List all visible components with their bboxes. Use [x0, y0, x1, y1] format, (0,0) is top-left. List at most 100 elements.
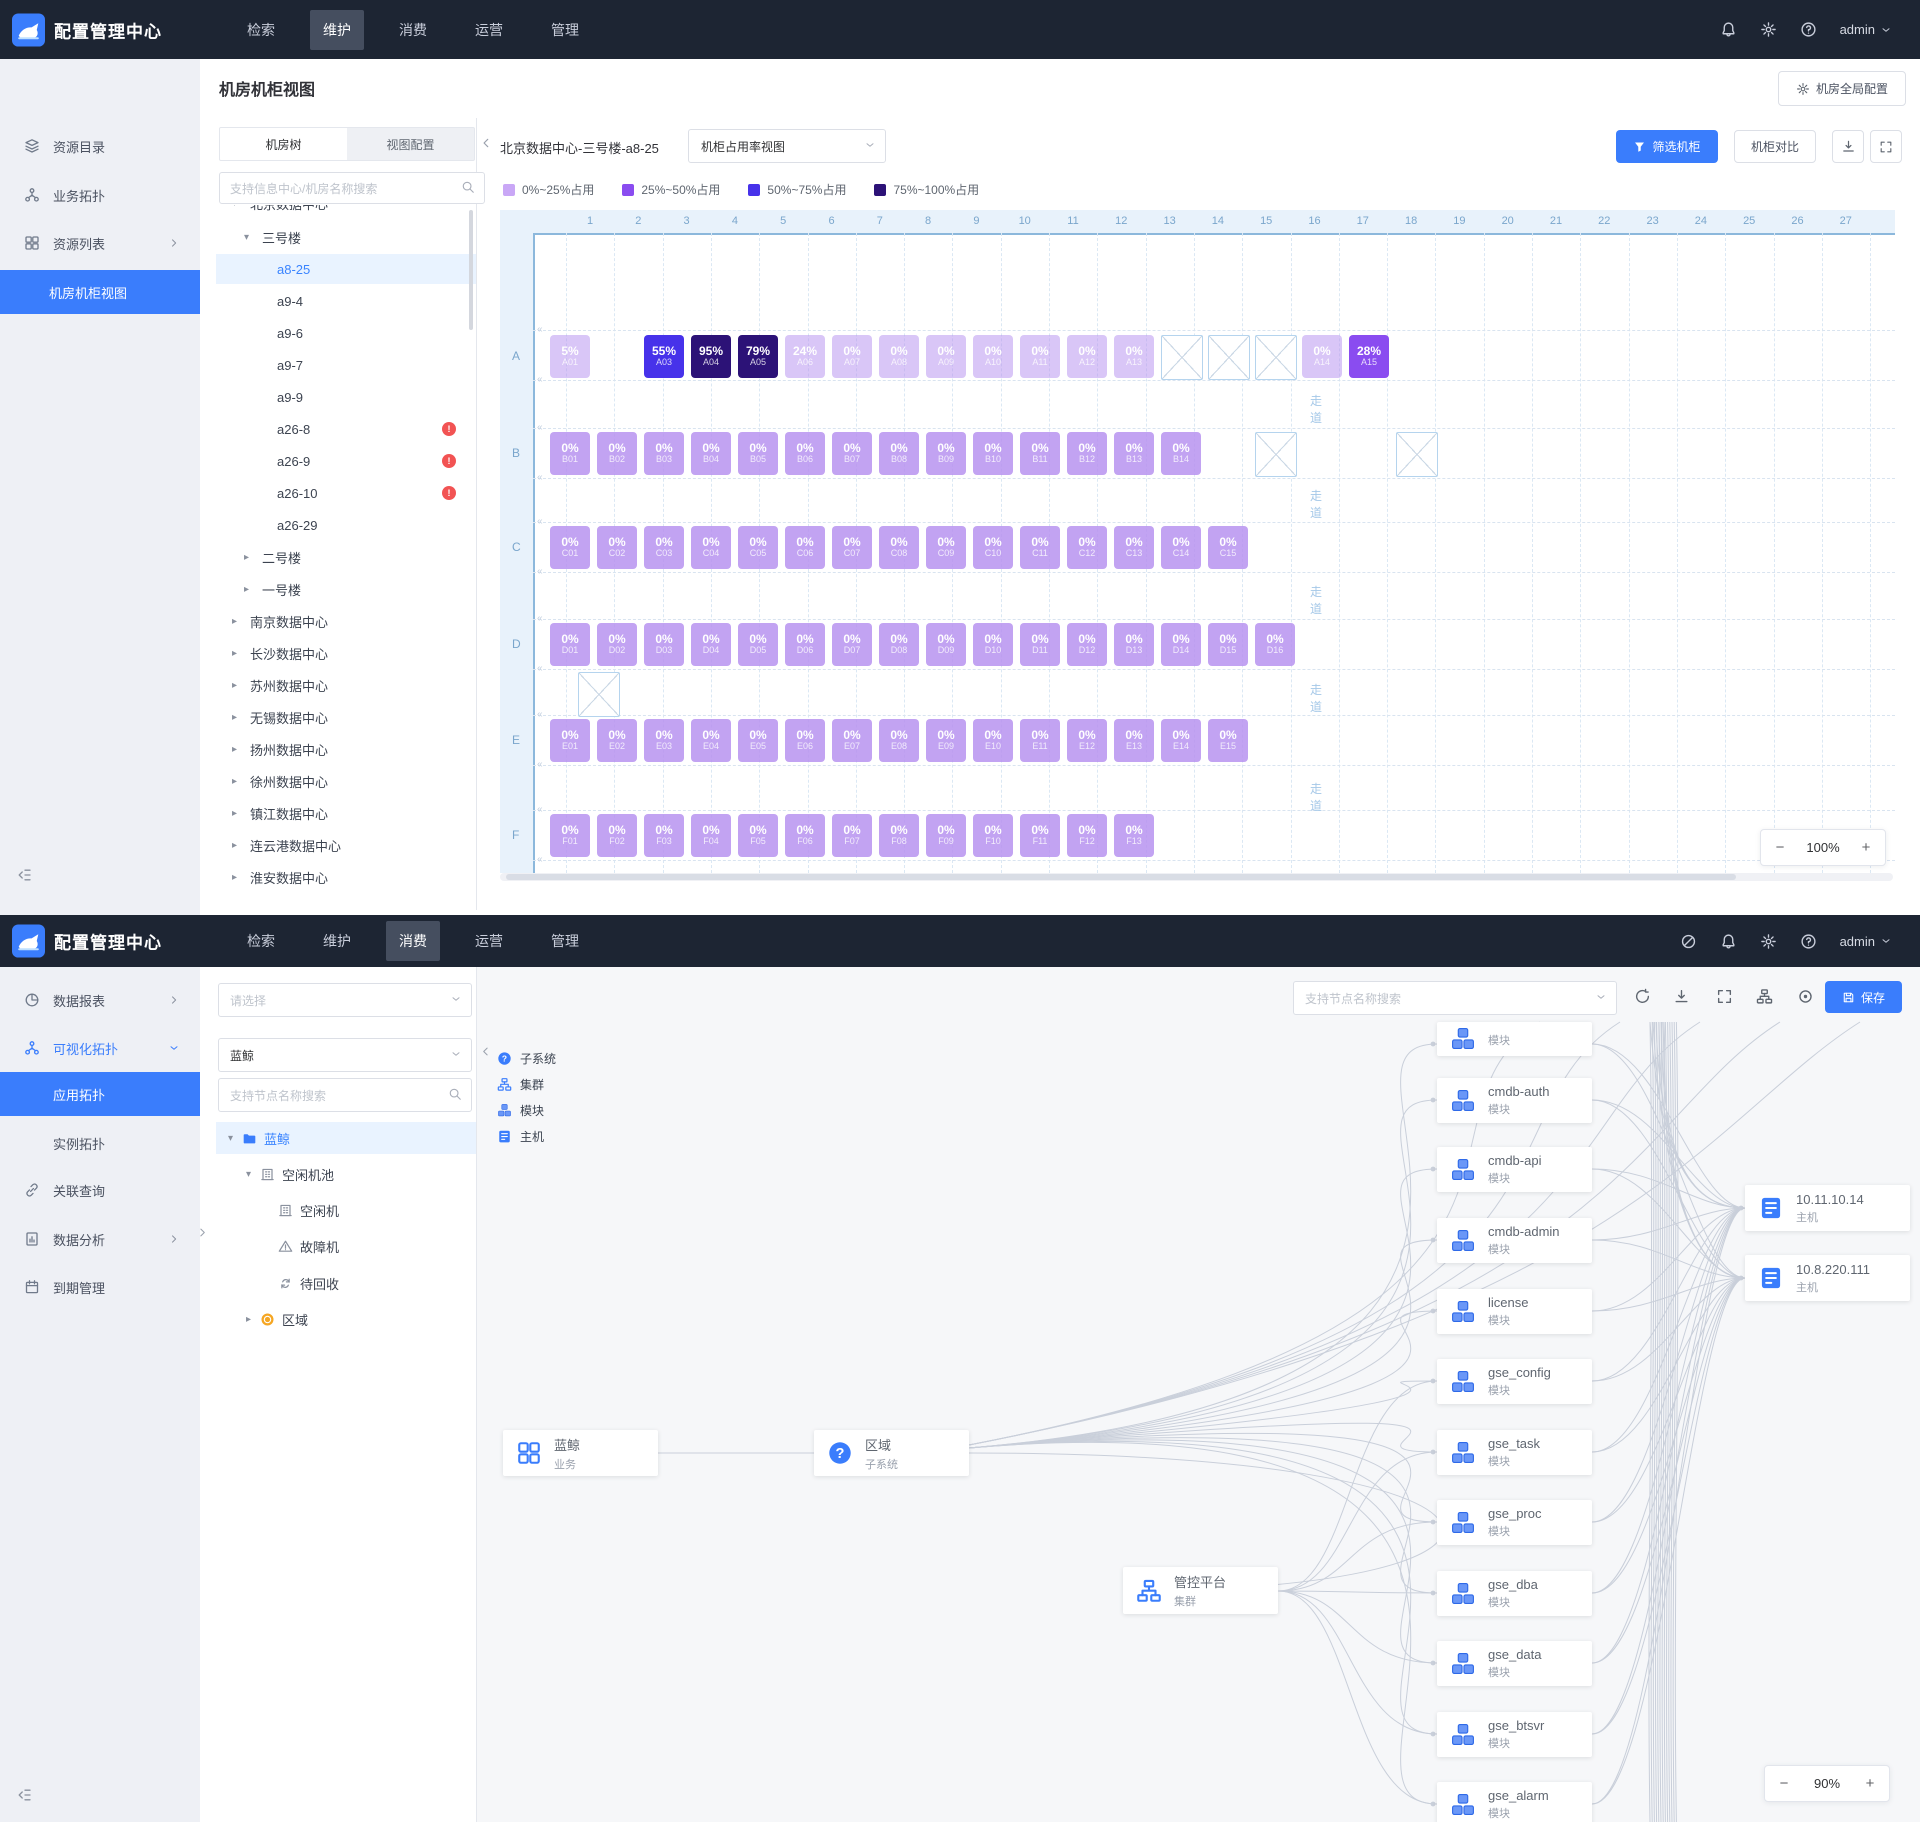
cabinet-A12[interactable]: 0%A12: [1067, 335, 1107, 378]
tree-item-镇江数据中心[interactable]: ▸镇江数据中心: [216, 798, 476, 828]
cabinet-C15[interactable]: 0%C15: [1208, 526, 1248, 569]
node-module-clipped[interactable]: 模块: [1437, 1022, 1592, 1056]
node-module-gse_proc[interactable]: gse_proc模块: [1437, 1500, 1592, 1545]
cabinet-F07[interactable]: 0%F07: [832, 814, 872, 857]
tree-item-苏州数据中心[interactable]: ▸苏州数据中心: [216, 670, 476, 700]
cabinet-D14[interactable]: 0%D14: [1161, 623, 1201, 666]
topo-tree-item-空闲机池[interactable]: ▾空闲机池: [216, 1158, 476, 1190]
expand-tool-icon[interactable]: [1716, 988, 1733, 1005]
cabinet-B04[interactable]: 0%B04: [691, 432, 731, 475]
tree-item-a8-25[interactable]: a8-25: [216, 254, 476, 284]
cabinet-B08[interactable]: 0%B08: [879, 432, 919, 475]
cabinet-F03[interactable]: 0%F03: [644, 814, 684, 857]
user-menu[interactable]: admin: [1840, 22, 1892, 37]
tree-item-三号楼[interactable]: ▾三号楼: [216, 222, 476, 252]
cabinet-B06[interactable]: 0%B06: [785, 432, 825, 475]
sidebar-item-机房机柜视图[interactable]: 机房机柜视图: [0, 270, 200, 314]
cabinet-D04[interactable]: 0%D04: [691, 623, 731, 666]
grid-hscrollbar[interactable]: [500, 873, 1893, 881]
cabinet-D12[interactable]: 0%D12: [1067, 623, 1107, 666]
cabinet-E15[interactable]: 0%E15: [1208, 719, 1248, 762]
cabinet-F06[interactable]: 0%F06: [785, 814, 825, 857]
cabinet-F10[interactable]: 0%F10: [973, 814, 1013, 857]
tree-item-一号楼[interactable]: ▸一号楼: [216, 574, 476, 604]
cabinet-F13[interactable]: 0%F13: [1114, 814, 1154, 857]
topo-tree-item-故障机[interactable]: 故障机: [216, 1230, 476, 1262]
cabinet-E08[interactable]: 0%E08: [879, 719, 919, 762]
cabinet-F11[interactable]: 0%F11: [1020, 814, 1060, 857]
user-menu[interactable]: admin: [1840, 934, 1892, 949]
node-module-gse_alarm[interactable]: gse_alarm模块: [1437, 1782, 1592, 1822]
nav-item-检索[interactable]: 检索: [234, 921, 288, 961]
tree-item-a9-7[interactable]: a9-7: [216, 350, 476, 380]
cabinet-B10[interactable]: 0%B10: [973, 432, 1013, 475]
gear-icon[interactable]: [1760, 21, 1777, 38]
cabinet-D09[interactable]: 0%D09: [926, 623, 966, 666]
tab-视图配置[interactable]: 视图配置: [347, 128, 474, 160]
cabinet-D03[interactable]: 0%D03: [644, 623, 684, 666]
cabinet-B13[interactable]: 0%B13: [1114, 432, 1154, 475]
cabinet-F08[interactable]: 0%F08: [879, 814, 919, 857]
download-tool-icon[interactable]: [1673, 988, 1690, 1005]
tree-item-无锡数据中心[interactable]: ▸无锡数据中心: [216, 702, 476, 732]
topo-tree-item-区域[interactable]: ▸区域: [216, 1303, 476, 1335]
cabinet-C12[interactable]: 0%C12: [1067, 526, 1107, 569]
bell-icon[interactable]: [1720, 933, 1737, 950]
cabinet-A14[interactable]: 0%A14: [1302, 335, 1342, 378]
cabinet-A05[interactable]: 79%A05: [738, 335, 778, 378]
tree-item-南京数据中心[interactable]: ▸南京数据中心: [216, 606, 476, 636]
cabinet-C09[interactable]: 0%C09: [926, 526, 966, 569]
cabinet-A13[interactable]: 0%A13: [1114, 335, 1154, 378]
cabinet-E03[interactable]: 0%E03: [644, 719, 684, 762]
nav-item-管理[interactable]: 管理: [538, 921, 592, 961]
nav-item-运营[interactable]: 运营: [462, 10, 516, 50]
tree-item-二号楼[interactable]: ▸二号楼: [216, 542, 476, 572]
cabinet-D11[interactable]: 0%D11: [1020, 623, 1060, 666]
cabinet-A15[interactable]: 28%A15: [1349, 335, 1389, 378]
cabinet-E14[interactable]: 0%E14: [1161, 719, 1201, 762]
fullscreen-button[interactable]: [1870, 130, 1902, 163]
cabinet-E01[interactable]: 0%E01: [550, 719, 590, 762]
sidebar-item-业务拓扑[interactable]: 业务拓扑: [0, 175, 200, 215]
cabinet-E06[interactable]: 0%E06: [785, 719, 825, 762]
cabinet-F05[interactable]: 0%F05: [738, 814, 778, 857]
tree-item-淮安数据中心[interactable]: ▸淮安数据中心: [216, 862, 476, 892]
node-module-gse_config[interactable]: gse_config模块: [1437, 1359, 1592, 1404]
sidebar-item-实例拓扑[interactable]: 实例拓扑: [0, 1123, 200, 1163]
cabinet-B05[interactable]: 0%B05: [738, 432, 778, 475]
cabinet-E07[interactable]: 0%E07: [832, 719, 872, 762]
cabinet-D16[interactable]: 0%D16: [1255, 623, 1295, 666]
cabinet-C02[interactable]: 0%C02: [597, 526, 637, 569]
zoom-in-button[interactable]: +: [1859, 839, 1873, 856]
node-module-cmdb-auth[interactable]: cmdb-auth模块: [1437, 1078, 1592, 1123]
cabinet-E09[interactable]: 0%E09: [926, 719, 966, 762]
refresh-tool-icon[interactable]: [1634, 988, 1651, 1005]
cabinet-D10[interactable]: 0%D10: [973, 623, 1013, 666]
cabinet-B12[interactable]: 0%B12: [1067, 432, 1107, 475]
node-module-gse_btsvr[interactable]: gse_btsvr模块: [1437, 1712, 1592, 1757]
cabinet-F12[interactable]: 0%F12: [1067, 814, 1107, 857]
gear-icon[interactable]: [1760, 933, 1777, 950]
sidebar-collapse-icon[interactable]: [16, 1787, 32, 1803]
node-subsystem-区域[interactable]: ?区域子系统: [814, 1430, 969, 1476]
room-tree-scrollbar[interactable]: [469, 210, 473, 330]
cabinet-B03[interactable]: 0%B03: [644, 432, 684, 475]
download-button[interactable]: [1832, 130, 1864, 163]
cabinet-D08[interactable]: 0%D08: [879, 623, 919, 666]
node-host-10.11.10.14[interactable]: 10.11.10.14主机: [1745, 1185, 1910, 1231]
cabinet-A08[interactable]: 0%A08: [879, 335, 919, 378]
cabinet-A01[interactable]: 5%A01: [550, 335, 590, 378]
tree-item-徐州数据中心[interactable]: ▸徐州数据中心: [216, 766, 476, 796]
panel-collapse-handle[interactable]: [479, 136, 493, 150]
tree-item-a9-9[interactable]: a9-9: [216, 382, 476, 412]
cabinet-E05[interactable]: 0%E05: [738, 719, 778, 762]
node-business-蓝鲸[interactable]: 蓝鲸业务: [503, 1430, 658, 1476]
node-host-10.8.220.111[interactable]: 10.8.220.111主机: [1745, 1255, 1910, 1301]
cabinet-D01[interactable]: 0%D01: [550, 623, 590, 666]
business-select[interactable]: 请选择: [218, 983, 472, 1017]
zoom-in-button[interactable]: +: [1863, 1775, 1877, 1792]
topo-tree-item-空闲机[interactable]: 空闲机: [216, 1194, 476, 1226]
global-config-button[interactable]: 机房全局配置: [1778, 71, 1906, 106]
cabinet-C11[interactable]: 0%C11: [1020, 526, 1060, 569]
cabinet-F02[interactable]: 0%F02: [597, 814, 637, 857]
